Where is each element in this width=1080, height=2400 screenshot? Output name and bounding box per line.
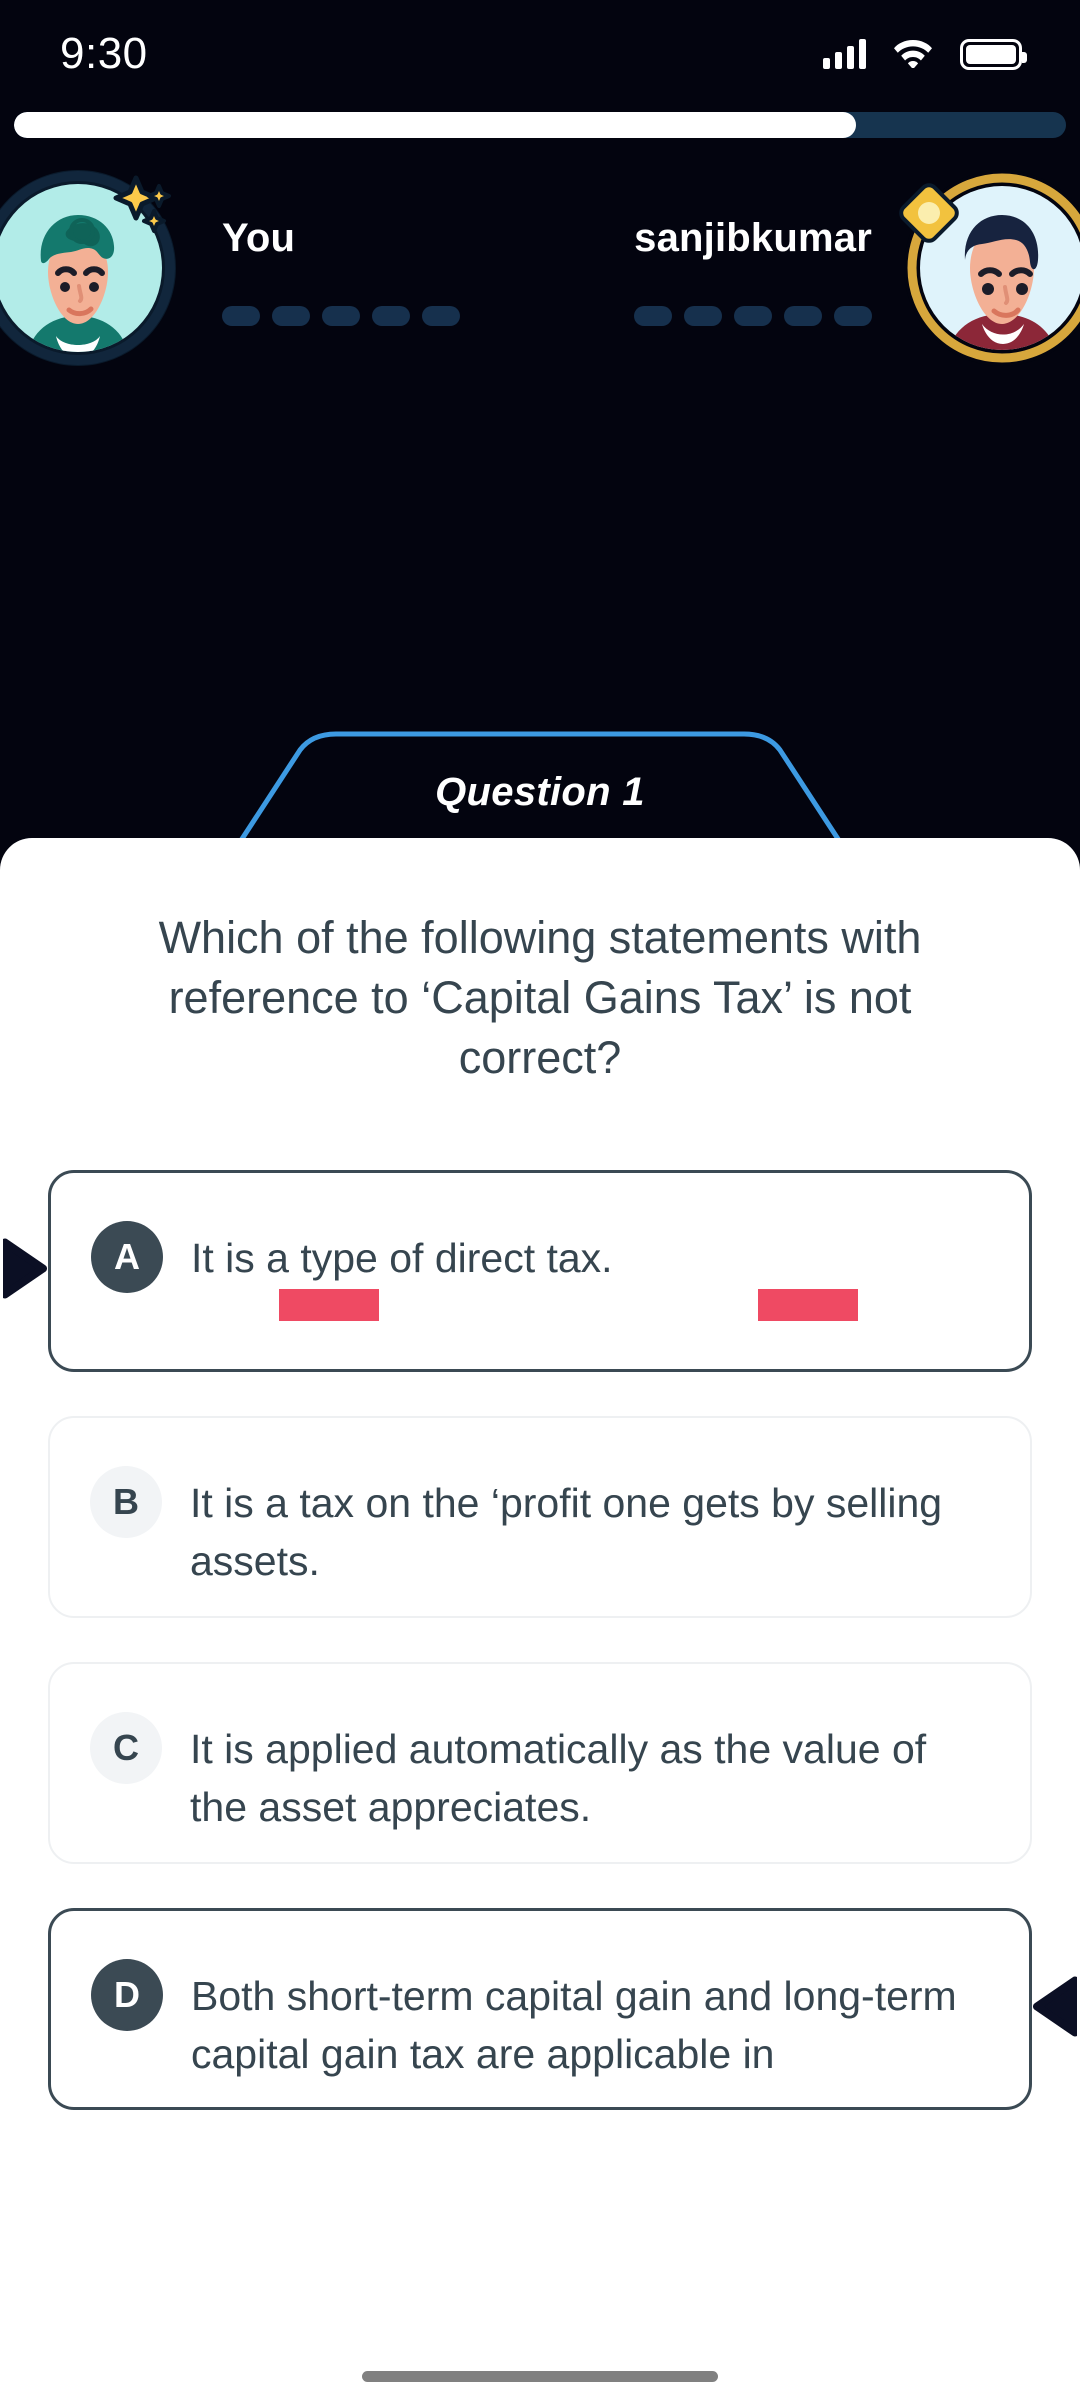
option-a[interactable]: A It is a type of direct tax. xyxy=(1,1169,1032,1372)
players-header: You sanjibkumar xyxy=(0,168,1080,368)
option-letter-badge: A xyxy=(91,1220,163,1293)
answer-slot xyxy=(634,306,672,326)
player-name-left: You xyxy=(222,216,296,260)
answer-slot xyxy=(834,306,872,326)
status-icons xyxy=(823,36,1027,73)
option-c[interactable]: C It is applied automatically as the valu… xyxy=(48,1661,1032,1864)
option-letter-badge: D xyxy=(91,1958,163,2031)
answer-slot xyxy=(322,306,360,326)
option-letter-badge: B xyxy=(90,1465,162,1538)
avatar-left[interactable] xyxy=(0,168,178,368)
selection-arrow-left-icon xyxy=(1,1236,47,1305)
redaction-bar xyxy=(758,1288,858,1321)
player-name-right: sanjibkumar xyxy=(634,216,872,260)
answer-slot xyxy=(784,306,822,326)
avatar-right[interactable] xyxy=(899,168,1080,368)
app-root: 9:30 You sanjibkumar Question 1 Which of… xyxy=(0,0,1080,2400)
answer-slot xyxy=(422,306,460,326)
option-b[interactable]: B It is a tax on the ‘profit one gets by … xyxy=(48,1415,1032,1618)
status-time: 9:30 xyxy=(60,29,148,78)
home-indicator[interactable] xyxy=(362,2371,718,2382)
question-number-label: Question 1 xyxy=(435,770,645,814)
question-sheet: Which of the following statements with r… xyxy=(0,838,1080,2400)
option-text: It is applied automatically as the value… xyxy=(190,1725,927,1830)
redaction-bar xyxy=(279,1288,379,1321)
answer-slot xyxy=(222,306,260,326)
option-text: It is a tax on the ‘profit one gets by s… xyxy=(190,1479,943,1584)
answer-slots-left xyxy=(222,306,460,326)
round-progress-bar xyxy=(14,112,1066,138)
wifi-icon xyxy=(892,36,934,73)
sparkle-icon xyxy=(110,174,172,241)
question-banner: Question 1 xyxy=(0,726,1080,842)
answer-slot xyxy=(684,306,722,326)
option-d[interactable]: D Both short-term capital gain and long-t… xyxy=(48,1907,1079,2110)
battery-icon xyxy=(960,38,1027,70)
option-letter-badge: C xyxy=(90,1711,162,1784)
options-list: A It is a type of direct tax. B It is a tax… xyxy=(0,1169,1080,2110)
option-text: It is a type of direct tax. xyxy=(191,1234,613,1281)
cellular-signal-icon xyxy=(823,39,866,69)
status-bar: 9:30 xyxy=(0,0,1080,108)
answer-slot xyxy=(372,306,410,326)
gold-diamond-icon xyxy=(898,182,960,249)
answer-slot xyxy=(734,306,772,326)
selection-arrow-right-icon xyxy=(1033,1974,1079,2043)
round-progress-fill xyxy=(14,112,856,138)
option-text: Both short-term capital gain and long-te… xyxy=(191,1972,957,2077)
answer-slot xyxy=(272,306,310,326)
question-text: Which of the following statements with r… xyxy=(158,912,922,1083)
answer-slots-right xyxy=(634,306,872,326)
